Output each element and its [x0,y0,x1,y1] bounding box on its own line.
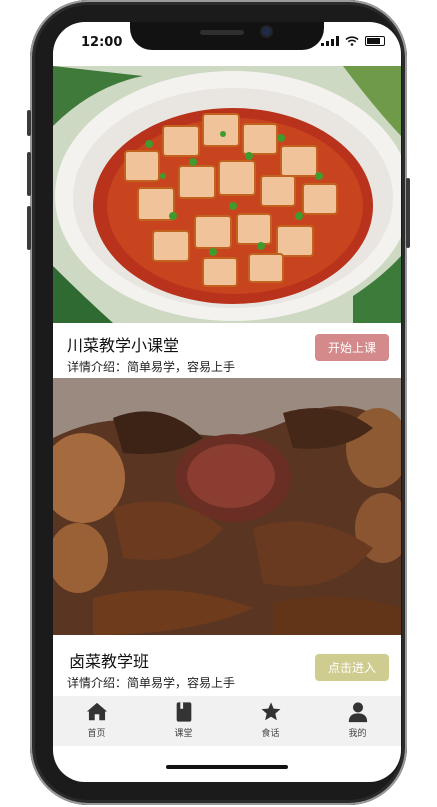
course-image-braised-meat[interactable] [53,378,401,635]
phone-power-button [406,178,410,248]
battery-icon [365,36,385,46]
home-icon [86,702,107,721]
home-indicator[interactable] [166,765,288,769]
tab-bar: 首页 课堂 食话 我的 [53,696,401,746]
front-camera [262,27,271,36]
mapo-tofu-photo [53,66,401,323]
notch [130,22,324,50]
tab-food-talk[interactable]: 食话 [227,696,314,746]
book-icon [176,702,191,722]
course-title: 卤菜教学班 [69,652,150,671]
course-card-braised: 卤菜教学班 详情介绍：简单易学，容易上手 点击进入 [53,640,401,694]
user-icon [348,702,367,723]
phone-volume-down-button [27,206,31,250]
phone-screen: 12:00 川菜教学小课堂 详情介绍：简单易学，容易上手 开始上课 卤菜教学班 … [53,22,401,782]
tab-label: 我的 [348,729,367,739]
phone-side-button [27,110,31,136]
phone-volume-up-button [27,152,31,196]
tab-classroom[interactable]: 课堂 [140,696,227,746]
course-image-mapo-tofu[interactable] [53,66,401,323]
braised-meat-photo [53,378,401,635]
course-card-sichuan: 川菜教学小课堂 详情介绍：简单易学，容易上手 开始上课 [53,324,401,378]
course-title: 川菜教学小课堂 [67,336,180,355]
course-description: 详情介绍：简单易学，容易上手 [67,360,236,374]
status-icons [321,36,385,46]
tab-label: 课堂 [174,729,193,739]
star-icon [261,702,280,721]
status-time: 12:00 [81,35,123,50]
start-class-button[interactable]: 开始上课 [315,334,389,361]
tab-profile[interactable]: 我的 [314,696,401,746]
wifi-icon [345,36,359,46]
course-description: 详情介绍：简单易学，容易上手 [67,676,236,690]
tab-label: 首页 [87,729,106,739]
tab-label: 食话 [261,729,280,739]
signal-icon [321,36,339,46]
speaker [200,30,244,35]
enter-class-button[interactable]: 点击进入 [315,654,389,681]
tab-home[interactable]: 首页 [53,696,140,746]
